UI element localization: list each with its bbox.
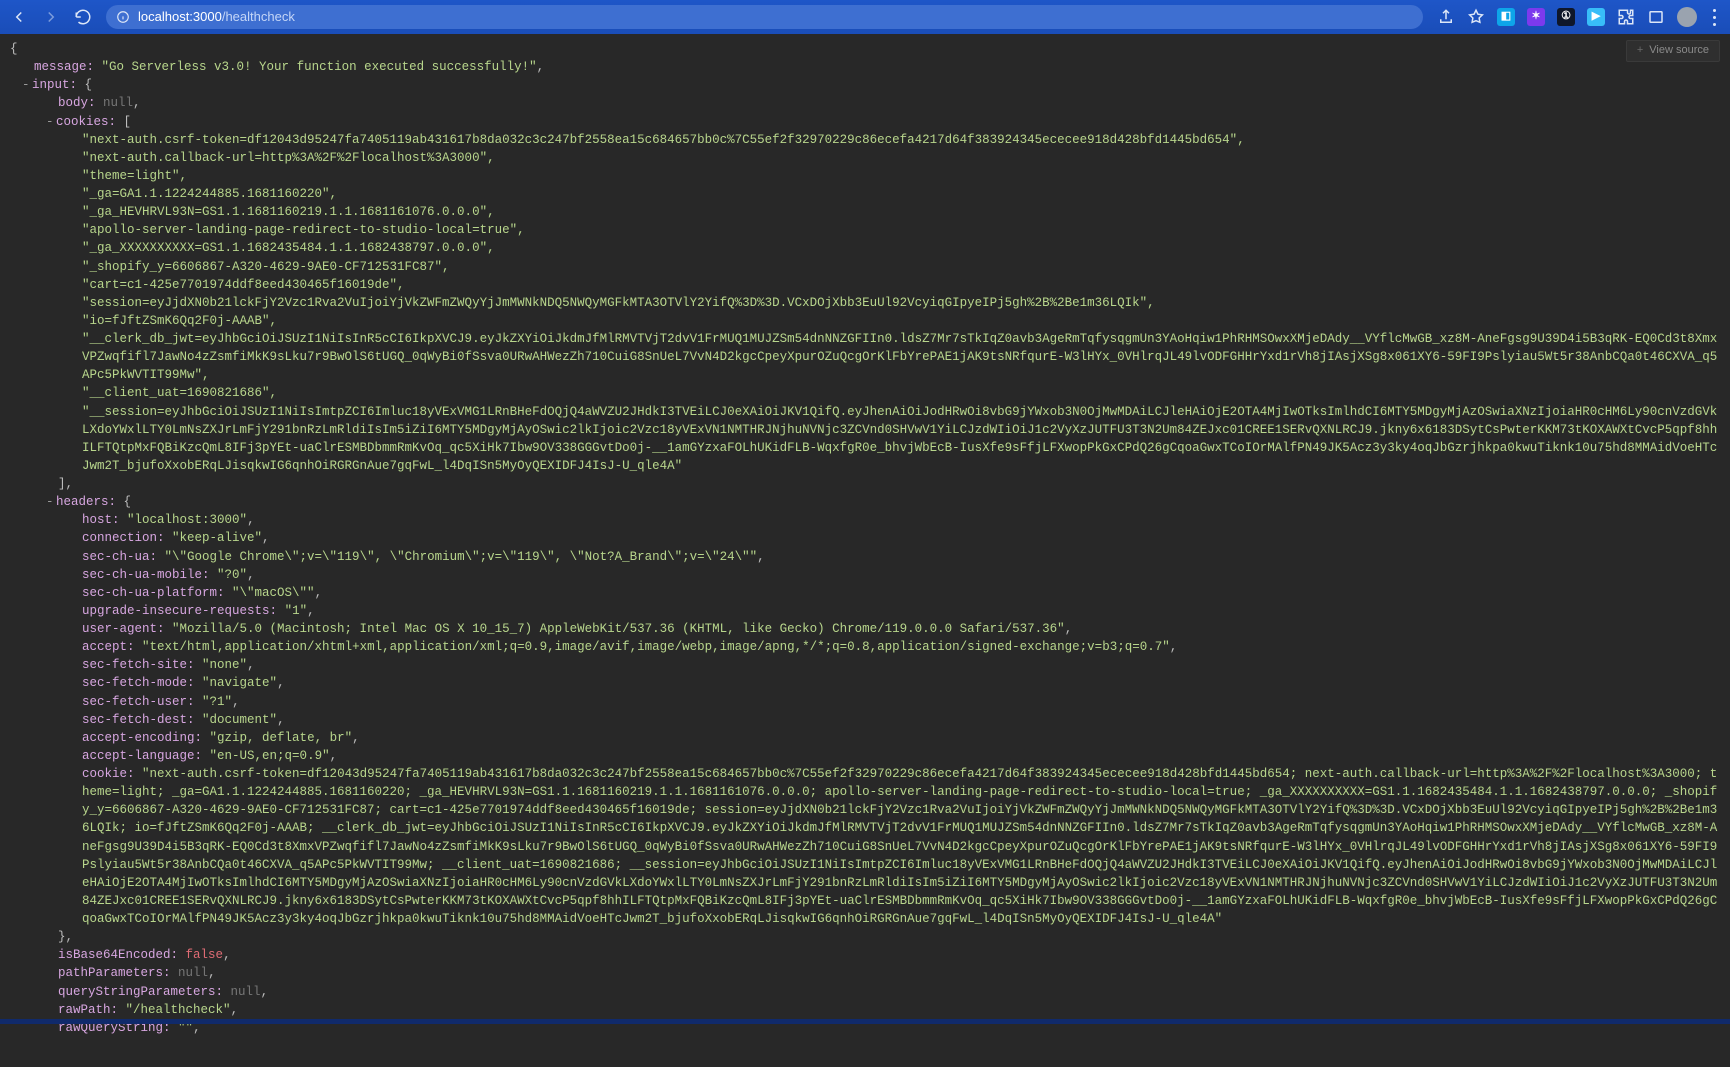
key-rawPath: rawPath:: [58, 1001, 118, 1019]
json-viewer: { message: "Go Serverless v3.0! Your fun…: [0, 34, 1730, 1067]
url-host: localhost:3000: [138, 9, 222, 24]
key-message: message:: [34, 58, 94, 76]
cookie-session-jwt: "__session=eyJhbGciOiJSUzI1NiIsImtpZCI6I…: [6, 403, 1724, 476]
hv-sec-ch-ua-mobile: "?0": [217, 566, 247, 584]
forward-icon[interactable]: [42, 8, 60, 26]
cookies-close: ],: [58, 475, 73, 493]
hv-connection: "keep-alive": [172, 529, 262, 547]
kebab-menu-icon[interactable]: [1709, 7, 1720, 28]
val-message: "Go Serverless v3.0! Your function execu…: [102, 58, 537, 76]
profile-avatar-icon[interactable]: [1677, 7, 1697, 27]
collapse-toggle[interactable]: -: [46, 113, 56, 131]
extension-2-icon[interactable]: ✶: [1527, 8, 1545, 26]
back-icon[interactable]: [10, 8, 28, 26]
key-cookies: cookies:: [56, 113, 116, 131]
val-queryStringParameters: null: [231, 983, 261, 1001]
cookie-item: "theme=light",: [6, 167, 1724, 185]
hk-cookie: cookie:: [82, 767, 135, 781]
hk-host: host:: [82, 511, 120, 529]
hk-connection: connection:: [82, 529, 165, 547]
star-icon[interactable]: [1467, 8, 1485, 26]
cookie-item: "_shopify_y=6606867-A320-4629-9AE0-CF712…: [6, 258, 1724, 276]
cookie-item: "_ga=GA1.1.1224244885.1681160220",: [6, 185, 1724, 203]
val-body: null: [103, 94, 133, 112]
hk-sec-fetch-dest: sec-fetch-dest:: [82, 711, 195, 729]
hk-sec-fetch-site: sec-fetch-site:: [82, 656, 195, 674]
view-source-label: View source: [1649, 43, 1709, 59]
bottom-accent-bar: [0, 1019, 1730, 1024]
hv-sec-ch-ua-platform: "\"macOS\"": [232, 584, 315, 602]
headers-open: {: [124, 493, 132, 511]
toolbar-right: ◧ ✶ ① ▶: [1437, 7, 1720, 28]
key-input: input:: [32, 76, 77, 94]
info-icon[interactable]: [116, 10, 130, 24]
key-headers: headers:: [56, 493, 116, 511]
cookie-client-uat: "__client_uat=1690821686",: [82, 384, 277, 402]
hv-sec-fetch-site: "none": [202, 656, 247, 674]
hv-sec-fetch-user: "?1": [202, 693, 232, 711]
hv-sec-fetch-dest: "document": [202, 711, 277, 729]
cookie-item: "apollo-server-landing-page-redirect-to-…: [6, 221, 1724, 239]
hk-user-agent: user-agent:: [82, 620, 165, 638]
view-source-button[interactable]: View source: [1626, 40, 1720, 62]
hk-sec-ch-ua-platform: sec-ch-ua-platform:: [82, 584, 225, 602]
headers-close: },: [58, 928, 73, 946]
collapse-toggle[interactable]: -: [22, 76, 32, 94]
reload-icon[interactable]: [74, 8, 92, 26]
cookie-item: "cart=c1-425e7701974ddf8eed430465f16019d…: [6, 276, 1724, 294]
input-open: {: [85, 76, 93, 94]
cookie-item: "next-auth.csrf-token=df12043d95247fa740…: [6, 131, 1724, 149]
share-icon[interactable]: [1437, 8, 1455, 26]
hv-host: "localhost:3000": [127, 511, 247, 529]
extension-1-icon[interactable]: ◧: [1497, 8, 1515, 26]
window-icon[interactable]: [1647, 8, 1665, 26]
hk-upgrade-insecure-requests: upgrade-insecure-requests:: [82, 602, 277, 620]
hk-sec-ch-ua-mobile: sec-ch-ua-mobile:: [82, 566, 210, 584]
cookie-item: "next-auth.callback-url=http%3A%2F%2Floc…: [6, 149, 1724, 167]
hv-cookie: "next-auth.csrf-token=df12043d95247fa740…: [82, 767, 1717, 926]
extension-3-icon[interactable]: ①: [1557, 8, 1575, 26]
hk-accept: accept:: [82, 638, 135, 656]
hk-sec-fetch-user: sec-fetch-user:: [82, 693, 195, 711]
hk-accept-encoding: accept-encoding:: [82, 729, 202, 747]
val-isBase64Encoded: false: [186, 946, 224, 964]
browser-toolbar: localhost:3000/healthcheck ◧ ✶ ① ▶: [0, 0, 1730, 34]
key-body: body:: [58, 94, 96, 112]
hv-accept: "text/html,application/xhtml+xml,applica…: [142, 638, 1170, 656]
key-isBase64Encoded: isBase64Encoded:: [58, 946, 178, 964]
hv-sec-ch-ua: "\"Google Chrome\";v=\"119\", \"Chromium…: [165, 548, 758, 566]
url-path: /healthcheck: [222, 9, 295, 24]
hv-accept-language: "en-US,en;q=0.9": [210, 747, 330, 765]
open-brace: {: [10, 40, 18, 58]
hv-user-agent: "Mozilla/5.0 (Macintosh; Intel Mac OS X …: [172, 620, 1065, 638]
hk-sec-ch-ua: sec-ch-ua:: [82, 548, 157, 566]
cookies-open: [: [124, 113, 132, 131]
val-rawPath: "/healthcheck": [126, 1001, 231, 1019]
hk-accept-language: accept-language:: [82, 747, 202, 765]
hv-upgrade-insecure-requests: "1": [285, 602, 308, 620]
key-queryStringParameters: queryStringParameters:: [58, 983, 223, 1001]
hv-sec-fetch-mode: "navigate": [202, 674, 277, 692]
cookie-item: "_ga_HEVHRVL93N=GS1.1.1681160219.1.1.168…: [6, 203, 1724, 221]
cookie-item: "_ga_XXXXXXXXXX=GS1.1.1682435484.1.1.168…: [6, 239, 1724, 257]
key-pathParameters: pathParameters:: [58, 964, 171, 982]
hv-accept-encoding: "gzip, deflate, br": [210, 729, 353, 747]
cookie-item: "io=fJftZSmK6Qq2F0j-AAAB",: [6, 312, 1724, 330]
hk-sec-fetch-mode: sec-fetch-mode:: [82, 674, 195, 692]
omnibox[interactable]: localhost:3000/healthcheck: [106, 5, 1423, 29]
extension-4-icon[interactable]: ▶: [1587, 8, 1605, 26]
cookie-item: "session=eyJjdXN0b21lckFjY2Vzc1Rva2VuIjo…: [6, 294, 1724, 312]
val-pathParameters: null: [178, 964, 208, 982]
cookie-clerk-db-jwt: "__clerk_db_jwt=eyJhbGciOiJSUzI1NiIsInR5…: [6, 330, 1724, 384]
extensions-puzzle-icon[interactable]: [1617, 8, 1635, 26]
collapse-toggle[interactable]: -: [46, 493, 56, 511]
